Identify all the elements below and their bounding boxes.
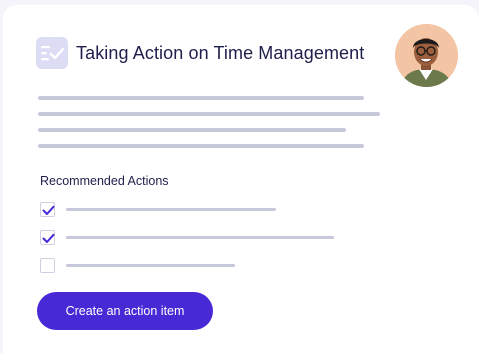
page-title: Taking Action on Time Management bbox=[76, 43, 365, 63]
checkmark-icon bbox=[42, 205, 55, 215]
description-line bbox=[38, 96, 364, 100]
action-checkbox[interactable] bbox=[40, 258, 55, 273]
action-item-line bbox=[66, 236, 334, 239]
create-action-item-button[interactable]: Create an action item bbox=[37, 292, 213, 330]
section-heading: Recommended Actions bbox=[40, 174, 169, 188]
action-checkbox[interactable] bbox=[40, 230, 55, 245]
action-checkbox[interactable] bbox=[40, 202, 55, 217]
action-item-line bbox=[66, 208, 276, 211]
checklist-icon bbox=[36, 37, 68, 69]
description-line bbox=[38, 112, 380, 116]
description-line bbox=[38, 144, 364, 148]
checkmark-icon bbox=[42, 233, 55, 243]
avatar bbox=[395, 24, 458, 87]
action-item-line bbox=[66, 264, 235, 267]
description-line bbox=[38, 128, 346, 132]
